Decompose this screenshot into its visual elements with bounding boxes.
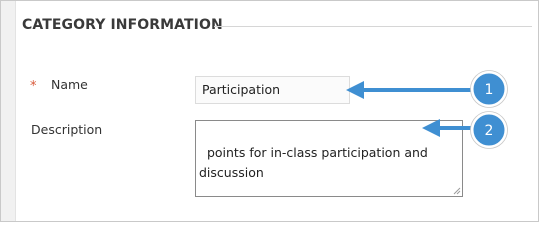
panel-left-strip [1, 1, 16, 221]
section-title: CATEGORY INFORMATION [22, 17, 223, 33]
description-text: points for in-class participation and di… [199, 145, 428, 180]
resize-grip-icon[interactable] [453, 187, 461, 195]
description-label: Description [31, 122, 103, 137]
section-divider [214, 26, 532, 27]
required-indicator: * [30, 79, 37, 94]
description-textarea[interactable]: points for in-class participation and di… [195, 120, 463, 197]
name-label: Name [51, 77, 88, 92]
name-input[interactable]: Participation [195, 76, 350, 104]
